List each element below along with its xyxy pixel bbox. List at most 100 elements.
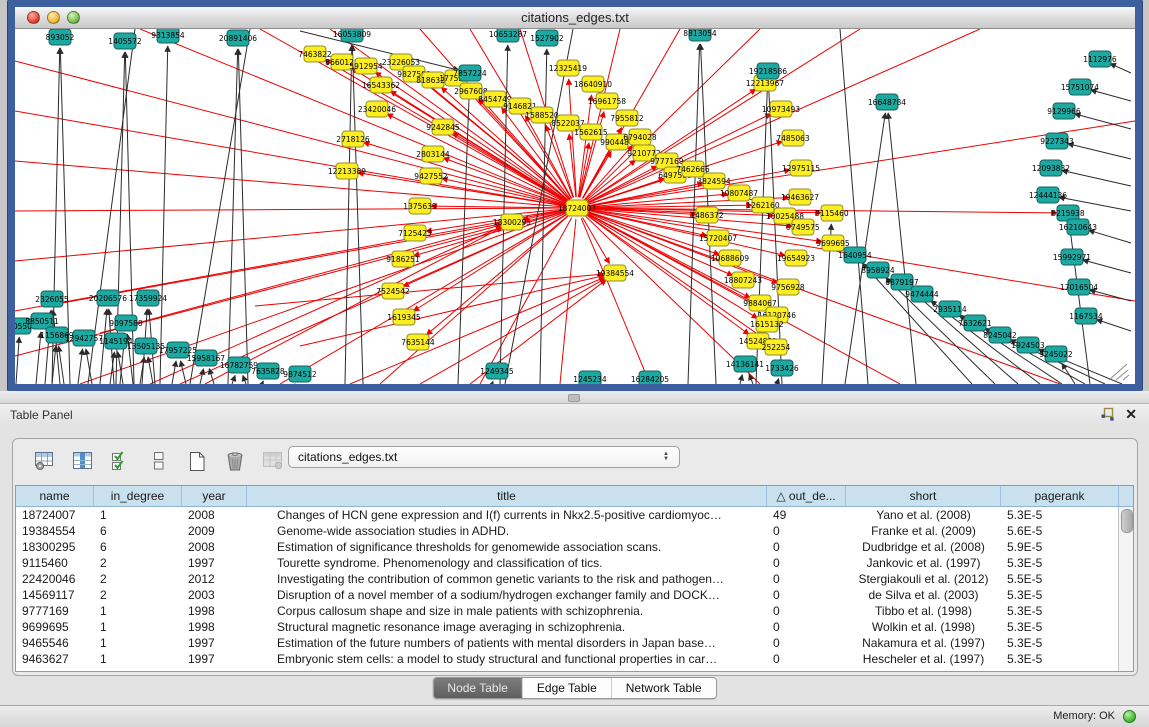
svg-text:1527902: 1527902 — [530, 34, 564, 43]
table-row[interactable]: 1830029562008Estimation of significance … — [16, 539, 1133, 555]
tab-network-table[interactable]: Network Table — [612, 678, 716, 698]
window-titlebar[interactable]: citations_edges.txt — [15, 7, 1135, 29]
table-row[interactable]: 911546021997Tourette syndrome. Phenomeno… — [16, 555, 1133, 571]
graph-node[interactable]: 1245234 — [573, 371, 607, 384]
graph-edge — [1110, 64, 1131, 73]
minimize-window-button[interactable] — [47, 11, 60, 24]
network-view-window[interactable]: citations_edges.txt 18724007746382286601… — [8, 0, 1142, 391]
graph-node[interactable]: 10688609 — [711, 250, 749, 266]
graph-node[interactable]: 10653287 — [489, 29, 527, 42]
graph-node[interactable]: 8813054 — [683, 29, 717, 41]
network-canvas[interactable]: 1872400774638228660128591295423226053982… — [15, 29, 1135, 384]
graph-node[interactable]: 9097588 — [109, 315, 143, 331]
table-row[interactable]: 977716911998Corpus callosum shape and si… — [16, 603, 1133, 619]
show-columns-icon[interactable] — [71, 450, 95, 472]
create-column-icon[interactable] — [185, 450, 209, 472]
graph-node[interactable]: 12213389 — [328, 163, 366, 179]
table-cell: 0 — [767, 651, 846, 667]
vertical-scrollbar[interactable] — [1118, 507, 1133, 671]
graph-node[interactable]: 9115460 — [815, 205, 849, 221]
scrollbar-thumb[interactable] — [1121, 509, 1133, 533]
graph-node[interactable]: 12093832 — [1032, 160, 1070, 176]
graph-node[interactable]: 1375639 — [403, 198, 437, 214]
column-header-year[interactable]: year — [182, 486, 247, 506]
graph-node[interactable]: 10973493 — [762, 101, 800, 117]
graph-node[interactable]: 19654923 — [777, 250, 815, 266]
graph-node[interactable]: 19463627 — [781, 189, 819, 205]
graph-node[interactable]: 18640910 — [574, 76, 612, 92]
column-header-short[interactable]: short — [846, 486, 1001, 506]
graph-node[interactable]: 12325419 — [549, 60, 587, 76]
select-columns-icon[interactable] — [109, 450, 133, 472]
memory-ok-indicator — [1123, 710, 1136, 723]
tab-node-table[interactable]: Node Table — [433, 678, 523, 698]
graph-node[interactable]: 12444136 — [1029, 187, 1067, 203]
graph-node[interactable]: 12975115 — [782, 160, 820, 176]
graph-node[interactable]: 16961758 — [588, 93, 626, 109]
table-row[interactable]: 1938455462009Genome-wide association stu… — [16, 523, 1133, 539]
column-header-out-degree[interactable]: △ out_de... — [767, 486, 846, 506]
table-row[interactable]: 1872400712008Changes of HCN gene express… — [16, 507, 1133, 523]
splitter-handle[interactable] — [568, 394, 580, 402]
graph-node[interactable]: 9186251 — [386, 251, 420, 267]
graph-node[interactable]: 893052 — [46, 29, 75, 45]
horizontal-splitter[interactable] — [0, 391, 1149, 403]
resize-grip[interactable] — [1107, 362, 1131, 382]
table-cell: 2 — [94, 587, 182, 603]
graph-node[interactable]: 16284205 — [631, 371, 669, 384]
graph-node[interactable]: 23420046 — [358, 101, 396, 117]
table-cell: 5.3E-5 — [1001, 507, 1119, 523]
graph-node[interactable]: 9756928 — [771, 279, 805, 295]
graph-node[interactable]: 15992971 — [1053, 249, 1091, 265]
graph-edge — [431, 206, 566, 208]
graph-node[interactable]: 9427552 — [414, 168, 448, 184]
column-header-in-degree[interactable]: in_degree — [94, 486, 182, 506]
graph-node[interactable]: 8958924 — [861, 262, 895, 278]
svg-text:8245042: 8245042 — [983, 331, 1017, 340]
table-row[interactable]: 1456911722003Disruption of a novel membe… — [16, 587, 1133, 603]
column-header-title[interactable]: title — [247, 486, 767, 506]
graph-node[interactable]: 1619345 — [387, 309, 421, 325]
graph-node[interactable]: 16543362 — [362, 77, 400, 93]
graph-node[interactable]: 9313854 — [151, 29, 185, 43]
tab-edge-table[interactable]: Edge Table — [523, 678, 612, 698]
zoom-window-button[interactable] — [67, 11, 80, 24]
graph-node[interactable]: 1527902 — [530, 30, 564, 46]
table-row[interactable]: 2242004622012Investigating the contribut… — [16, 571, 1133, 587]
graph-node[interactable]: 2326055 — [35, 291, 69, 307]
graph-node[interactable]: 20891406 — [219, 30, 257, 46]
graph-node[interactable]: 252254 — [762, 339, 791, 355]
table-cell: Wolkin et al. (1998) — [846, 619, 1001, 635]
graph-node[interactable]: 7955812 — [610, 110, 644, 126]
close-window-button[interactable] — [27, 11, 40, 24]
svg-text:7857224: 7857224 — [453, 69, 487, 78]
delete-column-icon[interactable] — [223, 450, 247, 472]
table-row[interactable]: 946554611997Estimation of the future num… — [16, 635, 1133, 651]
graph-node[interactable]: 2718126 — [336, 131, 370, 147]
table-cell: Jankovic et al. (1997) — [846, 555, 1001, 571]
graph-node[interactable]: 7125423 — [398, 225, 432, 241]
graph-node[interactable]: 15751074 — [1061, 79, 1099, 95]
svg-text:1112976: 1112976 — [1083, 55, 1117, 64]
close-panel-icon[interactable]: ✕ — [1125, 406, 1137, 422]
graph-node[interactable]: 1405572 — [108, 33, 142, 49]
graph-node[interactable]: 14136141 — [726, 356, 764, 372]
graph-node[interactable]: 1167534 — [1069, 308, 1103, 324]
graph-node[interactable]: 17016504 — [1060, 279, 1098, 295]
column-header-name[interactable]: name — [16, 486, 94, 506]
graph-node[interactable]: 7485063 — [776, 130, 810, 146]
row-height-icon[interactable] — [147, 450, 171, 472]
graph-node[interactable]: 7635144 — [401, 334, 435, 350]
table-cell: 5.3E-5 — [1001, 587, 1119, 603]
table-row[interactable]: 969969511998Structural magnetic resonanc… — [16, 619, 1133, 635]
delete-table-icon — [261, 450, 285, 472]
graph-node[interactable]: 16648784 — [868, 94, 906, 110]
svg-text:7485063: 7485063 — [776, 134, 810, 143]
column-header-pagerank[interactable]: pagerank — [1001, 486, 1119, 506]
graph-node[interactable]: 9129966 — [1047, 103, 1081, 119]
float-panel-icon[interactable] — [1100, 407, 1115, 422]
table-mode-icon[interactable] — [33, 450, 57, 472]
table-row[interactable]: 946362711997Embryonic stem cells: a mode… — [16, 651, 1133, 667]
table-selector-dropdown[interactable]: citations_edges.txt ▲▼ — [288, 446, 680, 468]
graph-node[interactable]: 1733426 — [765, 360, 799, 376]
